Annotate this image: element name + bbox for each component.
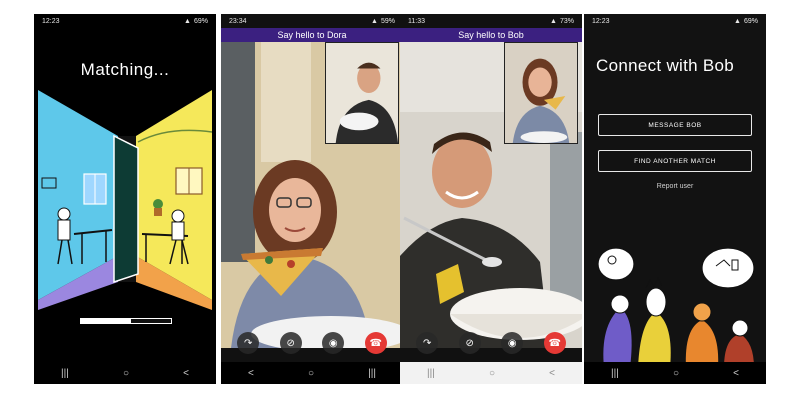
phone-call-bob: 11:33 ▲ 73% Say hello to Bob ↷ ⊘ ◉ ☎ |||… bbox=[400, 14, 582, 384]
matching-progress-fill bbox=[81, 319, 131, 323]
status-time: 12:23 bbox=[592, 17, 610, 25]
mute-icon[interactable]: ⊘ bbox=[458, 332, 481, 354]
back-icon[interactable]: < bbox=[183, 368, 189, 379]
phone-connect-screen: 12:23 ▲ 69% Connect with Bob MESSAGE BOB… bbox=[584, 14, 766, 384]
end-call-icon[interactable]: ☎ bbox=[543, 332, 566, 354]
android-nav-bar: ||| ○ < bbox=[584, 362, 766, 384]
android-nav-bar: < ○ ||| bbox=[221, 362, 403, 384]
phone-call-dora: 23:34 ▲ 59% Say hello to Dora ↷ ⊘ ◉ ☎ < … bbox=[221, 14, 403, 384]
phone-matching-screen: 12:23 ▲ 69% Matching... ||| ○ < bbox=[34, 14, 216, 384]
home-icon[interactable]: ○ bbox=[489, 368, 495, 379]
wifi-icon: ▲ bbox=[371, 17, 378, 25]
share-icon[interactable]: ↷ bbox=[237, 332, 260, 354]
camera-icon[interactable]: ◉ bbox=[322, 332, 345, 354]
battery-percent: 73% bbox=[559, 17, 574, 25]
find-another-match-button[interactable]: FIND ANOTHER MATCH bbox=[598, 150, 752, 172]
back-icon[interactable]: < bbox=[733, 368, 739, 379]
status-bar: 23:34 ▲ 59% bbox=[221, 14, 403, 28]
call-controls: ↷ ⊘ ◉ ☎ bbox=[400, 324, 582, 362]
call-controls: ↷ ⊘ ◉ ☎ bbox=[221, 324, 403, 362]
home-icon[interactable]: ○ bbox=[673, 368, 679, 379]
matching-title: Matching... bbox=[80, 60, 170, 79]
matching-progress-bar bbox=[80, 318, 172, 324]
battery-percent: 59% bbox=[380, 17, 395, 25]
home-icon[interactable]: ○ bbox=[123, 368, 129, 379]
status-time: 12:23 bbox=[42, 17, 60, 25]
recents-icon[interactable]: ||| bbox=[368, 368, 376, 379]
status-bar: 11:33 ▲ 73% bbox=[400, 14, 582, 28]
local-video-preview bbox=[325, 42, 399, 144]
recents-icon[interactable]: ||| bbox=[611, 368, 619, 379]
mute-icon[interactable]: ⊘ bbox=[279, 332, 302, 354]
call-header: Say hello to Bob bbox=[400, 28, 582, 42]
camera-icon[interactable]: ◉ bbox=[501, 332, 524, 354]
android-nav-bar: ||| ○ < bbox=[400, 362, 582, 384]
home-icon[interactable]: ○ bbox=[308, 368, 314, 379]
wifi-icon: ▲ bbox=[550, 17, 557, 25]
status-time: 23:34 bbox=[229, 17, 247, 25]
message-button[interactable]: MESSAGE BOB bbox=[598, 114, 752, 136]
report-user-link[interactable]: Report user bbox=[584, 183, 766, 190]
back-icon[interactable]: < bbox=[549, 368, 555, 379]
back-icon[interactable]: < bbox=[248, 368, 254, 379]
status-bar: 12:23 ▲ 69% bbox=[584, 14, 766, 28]
end-call-icon[interactable]: ☎ bbox=[364, 332, 387, 354]
android-nav-bar: ||| ○ < bbox=[34, 362, 216, 384]
recents-icon[interactable]: ||| bbox=[427, 368, 435, 379]
wifi-icon: ▲ bbox=[734, 17, 741, 25]
status-bar: 12:23 ▲ 69% bbox=[34, 14, 216, 28]
recents-icon[interactable]: ||| bbox=[61, 368, 69, 379]
call-header: Say hello to Dora bbox=[221, 28, 403, 42]
local-video-preview bbox=[504, 42, 578, 144]
status-time: 11:33 bbox=[408, 17, 425, 25]
friends-doodle-illustration bbox=[597, 247, 755, 368]
battery-percent: 69% bbox=[743, 17, 758, 25]
wifi-icon: ▲ bbox=[184, 17, 191, 25]
matching-illustration bbox=[38, 90, 212, 310]
share-icon[interactable]: ↷ bbox=[416, 332, 439, 354]
battery-percent: 69% bbox=[193, 17, 208, 25]
connect-title: Connect with Bob bbox=[596, 56, 735, 75]
